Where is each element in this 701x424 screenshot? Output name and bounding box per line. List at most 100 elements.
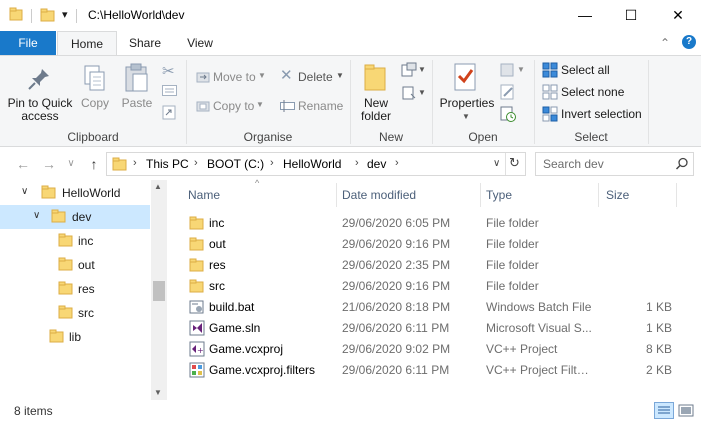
collapse-ribbon-button[interactable]: ⌃ [660,36,670,50]
tree-item-label: lib [69,330,82,344]
tree-item-label: res [78,282,95,296]
new-item-icon[interactable] [401,62,417,78]
recent-locations-button[interactable]: ∨ [64,155,78,173]
minimize-button[interactable]: — [562,0,608,31]
move-to-button[interactable]: Move to [213,68,256,86]
open-group-label: Open [468,130,498,144]
file-type: Windows Batch File [486,300,592,314]
search-icon[interactable] [675,157,689,171]
tree-item-out[interactable] [0,253,150,277]
easy-access-dropdown-icon[interactable]: ▼ [418,88,426,97]
scroll-up-icon[interactable]: ▲ [154,182,162,191]
refresh-icon[interactable]: ↻ [509,155,520,171]
column-header-size[interactable]: Size [606,186,629,204]
file-name: inc [209,216,225,230]
close-button[interactable]: ✕ [655,0,701,31]
copy-to-button[interactable]: Copy to [213,97,254,115]
properties-button[interactable]: Properties [438,97,496,110]
delete-button[interactable]: Delete [298,68,333,86]
select-none-button[interactable]: Select none [561,83,624,101]
file-type: VC++ Project [486,342,558,356]
pin-to-quick-access-button[interactable]: Pin to Quick access [4,97,76,123]
new-folder-button[interactable]: New folder [356,97,396,123]
breadcrumb-item[interactable]: This PC [146,157,189,171]
open-icon[interactable] [500,62,516,78]
clipboard-group-label: Clipboard [67,130,119,144]
file-date: 29/06/2020 6:11 PM [342,321,450,335]
column-header-type[interactable]: Type [486,186,512,204]
vcxproj-icon: + [189,341,205,357]
file-size [604,234,672,255]
breadcrumb-chevron-icon[interactable]: › [355,157,359,169]
tree-item-src[interactable] [0,301,150,325]
copy-to-dropdown-icon[interactable]: ▼ [256,100,264,109]
properties-dropdown-icon[interactable]: ▼ [462,112,470,121]
move-to-icon [196,72,210,83]
organise-group-label: Organise [243,130,293,144]
details-view-button[interactable] [654,402,674,419]
large-icons-view-button[interactable] [677,403,695,418]
new-item-dropdown-icon[interactable]: ▼ [418,65,426,74]
maximize-button[interactable]: ☐ [608,0,654,31]
search-input[interactable]: Search dev [543,157,604,171]
file-name: Game.vcxproj [209,342,284,356]
file-type: VC++ Project Filte... [486,363,592,377]
easy-access-icon[interactable] [401,85,417,101]
rename-button[interactable]: Rename [298,97,343,115]
file-size: 1 KB [645,321,672,335]
select-all-button[interactable]: Select all [561,61,610,79]
open-dropdown-icon[interactable]: ▼ [517,65,525,74]
expand-chevron-icon[interactable]: ∨ [33,210,40,221]
back-button[interactable]: ← [14,155,32,173]
copy-path-icon[interactable] [162,85,177,96]
expand-chevron-icon[interactable]: ∨ [21,186,28,197]
tab-file[interactable]: File [0,31,56,56]
breadcrumb-item[interactable]: dev [367,157,386,171]
column-divider[interactable] [336,183,337,207]
tab-home[interactable]: Home [57,31,117,56]
tree-item-inc[interactable] [0,229,150,253]
history-icon[interactable] [500,106,516,122]
scroll-down-icon[interactable]: ▼ [154,388,162,397]
folder-icon [189,237,204,251]
edit-icon[interactable] [500,84,516,100]
tree-item-label: out [78,258,95,272]
breadcrumb-item[interactable]: HelloWorld [283,157,341,171]
delete-dropdown-icon[interactable]: ▼ [336,71,344,80]
help-button[interactable]: ? [682,35,696,49]
tab-view[interactable]: View [178,31,222,56]
breadcrumb-chevron-icon[interactable]: › [194,157,198,169]
breadcrumb-chevron-icon[interactable]: › [395,157,399,169]
move-to-dropdown-icon[interactable]: ▼ [258,71,266,80]
forward-button[interactable]: → [40,155,58,173]
breadcrumb-item[interactable]: BOOT (C:) [207,157,264,171]
cut-icon[interactable]: ✂ [162,62,175,80]
new-folder-icon [364,64,386,91]
new-folder-quick-icon[interactable] [40,7,56,23]
breadcrumb-chevron-icon[interactable]: › [133,157,137,169]
column-divider[interactable] [480,183,481,207]
paste-button[interactable]: Paste [118,97,156,110]
large-icons-view-icon [678,404,694,417]
column-header-date[interactable]: Date modified [342,186,416,204]
folder-icon [51,209,66,223]
breadcrumb-chevron-icon[interactable]: › [270,157,274,169]
address-dropdown-icon[interactable]: ∨ [493,158,500,169]
tree-scrollbar-thumb[interactable] [153,281,165,301]
invert-selection-button[interactable]: Invert selection [561,105,642,123]
folder-icon [58,305,73,319]
quick-access-dropdown[interactable]: ▾ [62,8,68,21]
new-group-label: New [378,130,403,144]
copy-button[interactable]: Copy [78,97,112,110]
up-button[interactable]: ↑ [85,155,103,173]
column-divider[interactable] [598,183,599,207]
file-name: out [209,237,226,251]
rename-icon [280,100,295,112]
tab-share[interactable]: Share [122,31,168,56]
paste-shortcut-icon[interactable] [162,105,177,120]
folder-icon [49,329,64,343]
column-divider[interactable] [676,183,677,207]
tree-item-res[interactable] [0,277,150,301]
column-header-name[interactable]: Name [188,186,220,204]
select-all-icon [542,62,558,78]
